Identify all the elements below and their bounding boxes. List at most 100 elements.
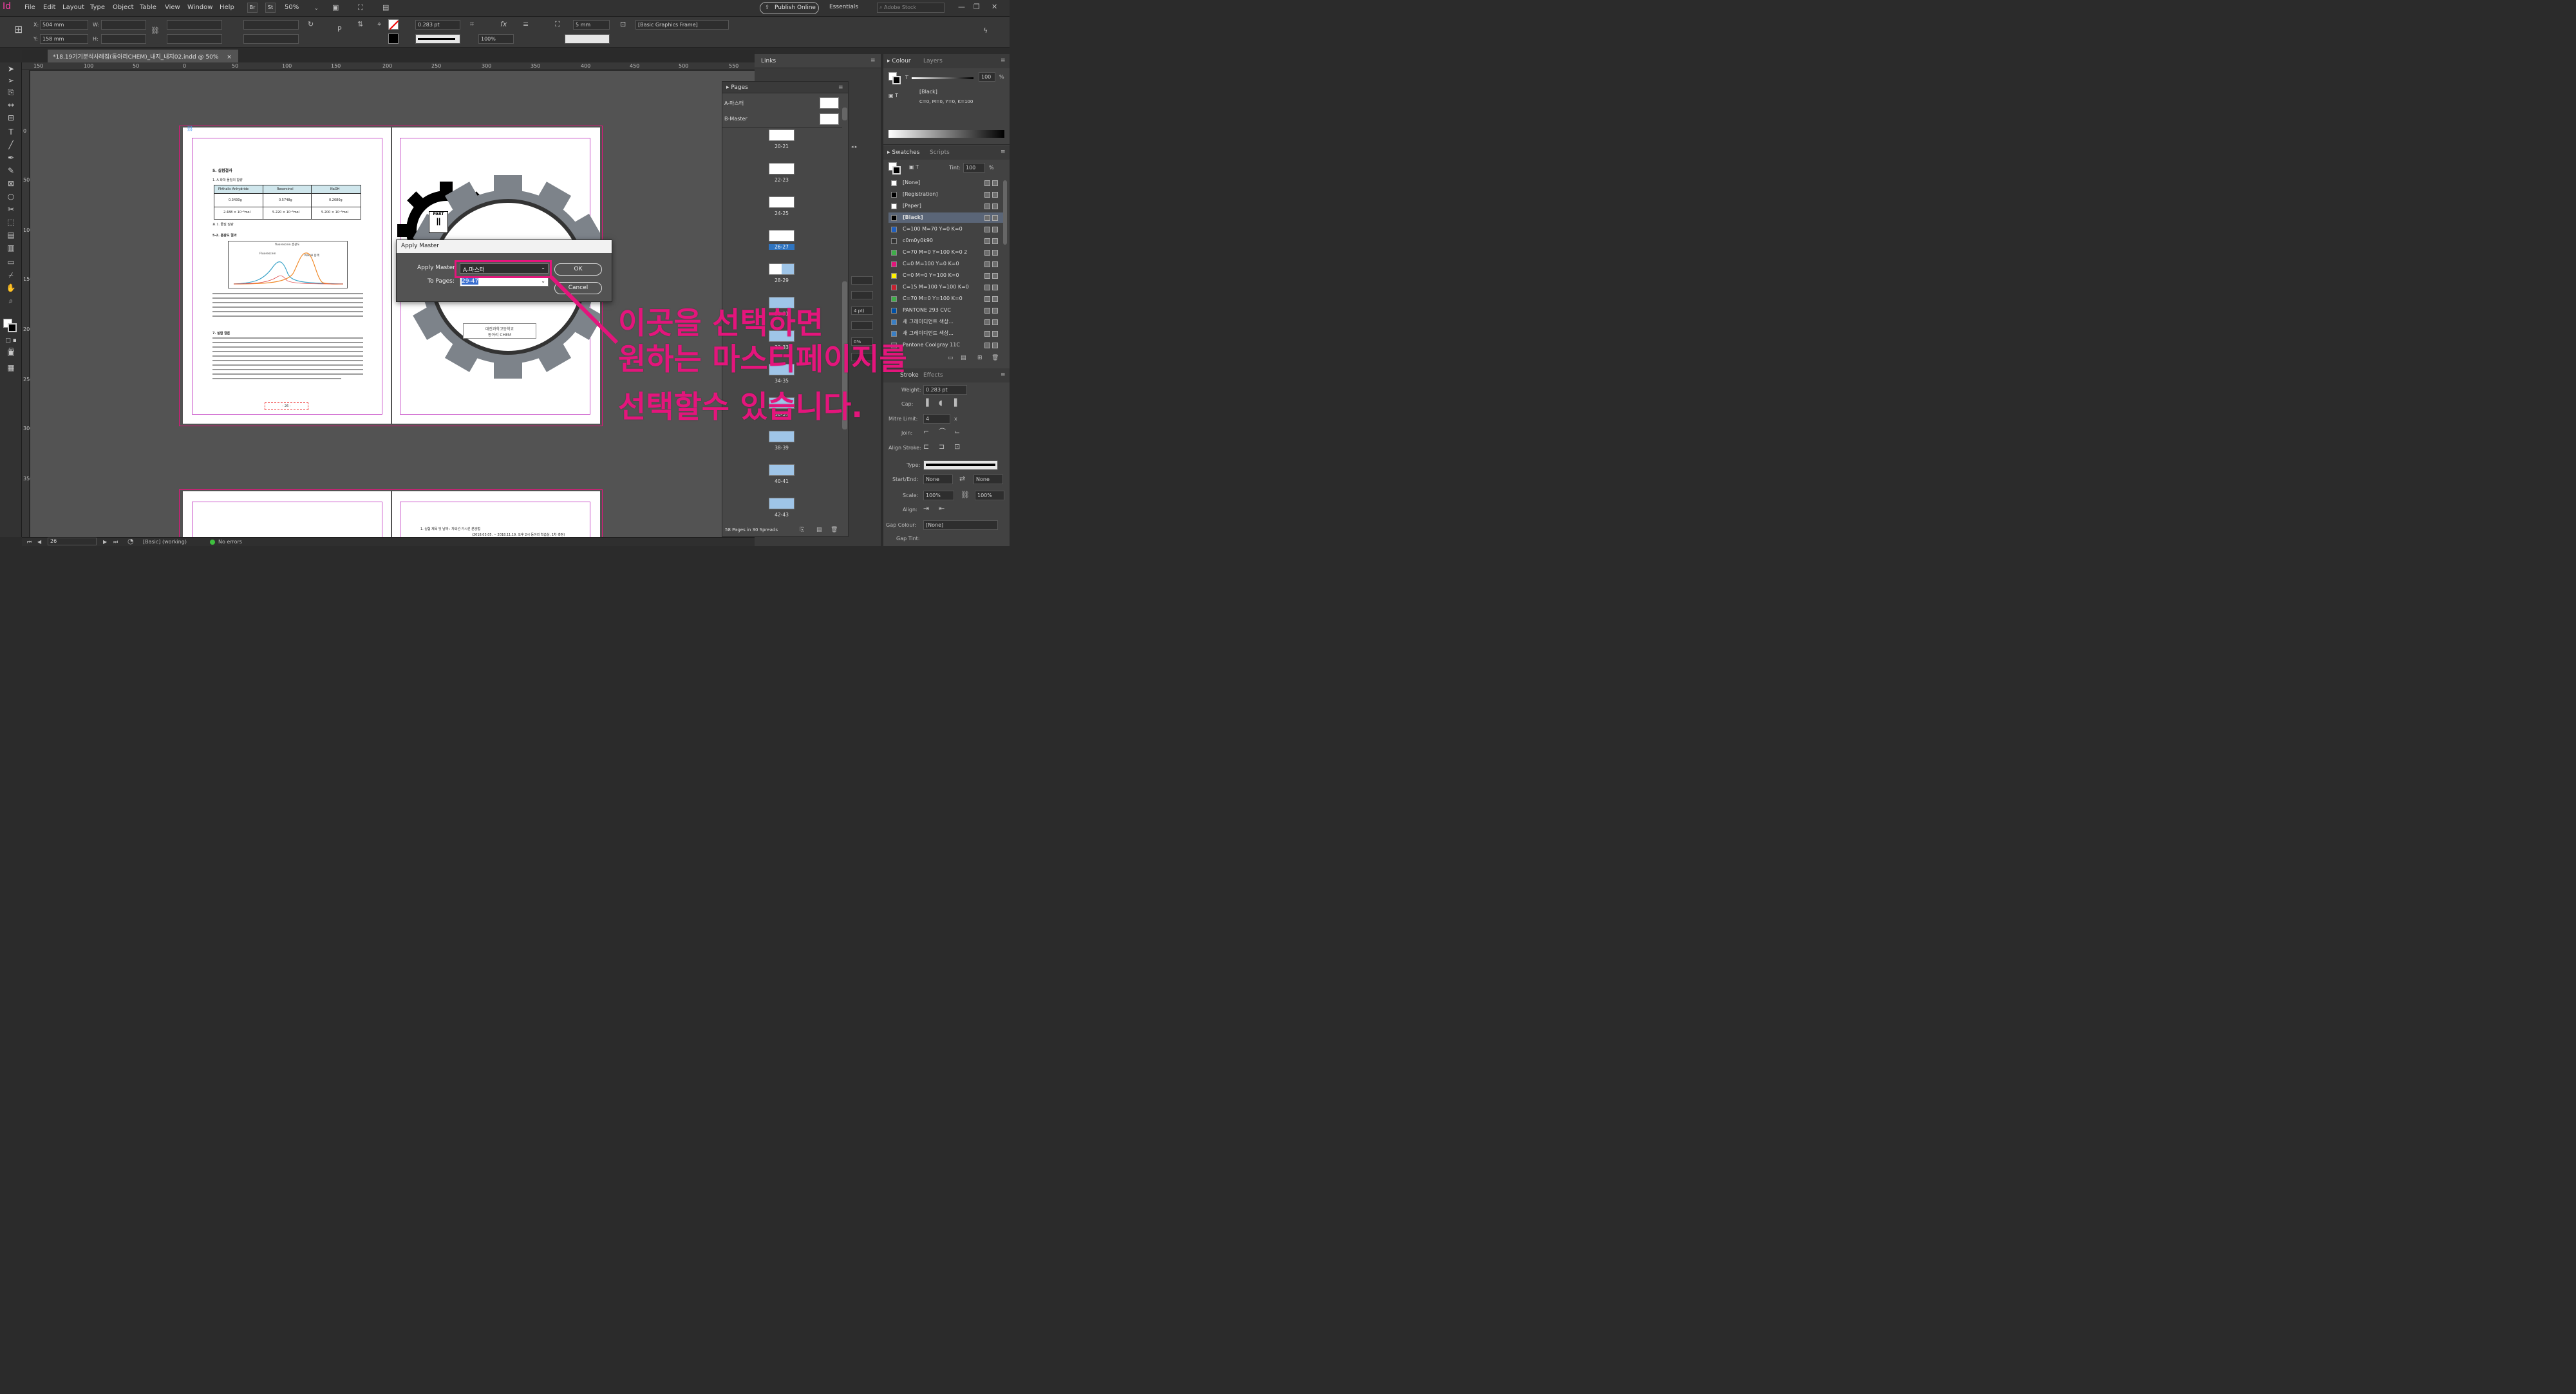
collapsed-field[interactable] [851,276,873,285]
width-field[interactable] [101,20,146,30]
next-right-page[interactable]: 1. 실험 제목 및 날짜 : 자외선-가시선 분광법 (2018.03.05.… [392,491,600,537]
effects-tab[interactable]: Effects [923,372,943,379]
miter-join-icon[interactable]: ⌐ [923,428,929,436]
swatch-tint-field[interactable]: 100 [963,163,985,173]
new-page-icon[interactable]: ▤ [816,526,822,534]
spread-thumbnail[interactable] [769,196,794,208]
collapsed-field[interactable] [851,321,873,330]
minimize-icon[interactable]: — [958,3,965,11]
swatches-tab[interactable]: ▸ Swatches [887,149,919,156]
spread-thumbnail[interactable] [769,129,794,141]
projecting-cap-icon[interactable]: ▌ [954,399,959,407]
link-scale-icon[interactable]: ⛓ [961,491,970,499]
pen-tool-icon[interactable]: ✒ [5,153,17,163]
swatch-item[interactable]: [Paper] [888,201,1003,211]
stock-search-input[interactable]: ⌕ Adobe Stock [877,3,945,13]
left-page[interactable]: 5. 실험결과 1. A 화학 물질의 합량 Phthalic Anhydrid… [183,127,391,424]
menu-help[interactable]: Help [220,4,234,11]
swatch-item[interactable]: C=100 M=70 Y=0 K=0 [888,224,1003,234]
arrow-align-outside-icon[interactable]: ⇤ [939,505,945,513]
zoom-level[interactable]: 50% [285,4,299,11]
height-field[interactable] [101,34,146,44]
swatch-item[interactable]: [Black] [888,212,1003,223]
view-options-icon[interactable]: ⛶ [358,4,363,12]
master-status[interactable]: [Basic] (working) [143,539,187,545]
stroke-type-select[interactable] [415,34,460,44]
colour-tab[interactable]: ▸ Colour [887,58,911,64]
tint-field[interactable]: 100 [979,72,995,82]
scripts-tab[interactable]: Scripts [930,149,950,156]
chevron-down-icon[interactable]: ⌄ [314,5,319,12]
last-page-icon[interactable]: ⏭ [113,538,118,546]
lightning-icon[interactable]: ϟ [983,27,988,35]
menu-file[interactable]: File [24,4,35,11]
arrange-documents-icon[interactable]: ▤ [382,4,389,12]
arrow-align-inside-icon[interactable]: ⇥ [923,505,929,513]
spread-thumbnail[interactable] [769,230,794,241]
menu-object[interactable]: Object [113,4,134,11]
page-number-field[interactable]: 26 [48,538,97,545]
pasteboard[interactable]: 5. 실험결과 1. A 화학 물질의 합량 Phthalic Anhydrid… [30,71,755,537]
gap-colour-select[interactable]: [None] [923,520,998,530]
panel-menu-icon[interactable]: ≡ [870,57,876,64]
vertical-ruler[interactable]: 0 50 100 150 200 250 300 350 [22,70,33,537]
end-arrow-select[interactable]: None [973,475,1003,484]
collapsed-field[interactable]: 4 pt) [851,306,873,315]
menu-type[interactable]: Type [90,4,105,11]
spread-thumbnail[interactable] [769,431,794,442]
swatch-item[interactable]: C=70 M=0 Y=100 K=0 2 [888,247,1003,258]
gradient-tool-icon[interactable]: ▤ [5,230,17,240]
constrain-proportions-icon[interactable]: ⛓ [151,27,160,35]
rotate-icon[interactable]: ↻ [308,21,314,28]
align-outside-icon[interactable]: ⊡ [954,443,960,451]
screen-mode-tool-icon[interactable]: ▦ [5,363,17,373]
note-tool-icon[interactable]: ▭ [5,257,17,267]
swatch-item[interactable]: C=0 M=0 Y=100 K=0 [888,270,1003,281]
colour-stroke-icon[interactable] [892,76,901,84]
master-b-row[interactable]: B-Master [722,112,842,126]
panel-menu-icon[interactable]: ≡ [1001,371,1006,379]
preflight-errors[interactable]: No errors [218,539,242,545]
link-chain-icon[interactable]: ⛓ [187,125,193,133]
y-field[interactable]: 158 mm [40,34,88,44]
transform-p-icon[interactable]: P [337,26,342,33]
align-center-icon[interactable]: ⊏ [923,443,929,451]
stock-button[interactable]: St [265,3,276,13]
delete-swatch-icon[interactable]: 🗑 [992,354,999,362]
eyedropper-tool-icon[interactable]: ⌿ [5,270,17,280]
pencil-tool-icon[interactable]: ✎ [5,165,17,176]
swatch-item[interactable]: 새 그레이디언트 색상... [888,328,1003,339]
colour-ramp[interactable] [888,130,1004,138]
stroke-type-dropdown[interactable] [923,460,998,470]
fill-swatch[interactable] [388,19,399,30]
select-container-icon[interactable]: ⌖ [377,21,381,28]
bridge-button[interactable]: Br [247,3,258,13]
new-color-group-icon[interactable]: ▭ [948,354,954,362]
gradient-feather-tool-icon[interactable]: ▥ [5,243,17,253]
frame-fitting-icon[interactable]: ⌗ [470,21,474,28]
content-collector-icon[interactable]: ⊟ [5,113,17,123]
apply-color-icon[interactable]: □ ▪ ☒ [5,335,17,354]
scissors-tool-icon[interactable]: ✂ [5,204,17,214]
collapsed-field[interactable] [851,291,873,299]
round-join-icon[interactable]: ⌒ [939,428,946,436]
menu-window[interactable]: Window [187,4,212,11]
ok-button[interactable]: OK [554,263,602,276]
to-pages-input[interactable]: 29-47 ⌄ [460,277,549,287]
stroke-swatch[interactable] [388,33,399,44]
delete-page-icon[interactable]: 🗑 [831,526,838,534]
stroke-color-icon[interactable] [8,323,17,332]
preflight-profile-icon[interactable]: ◔ [127,538,134,545]
close-tab-icon[interactable]: × [227,54,232,61]
next-page-icon[interactable]: ▶ [103,538,107,546]
panel-menu-icon[interactable]: ≡ [838,84,843,91]
hand-tool-icon[interactable]: ✋ [5,283,17,293]
zoom-tool-icon[interactable]: ⌕ [5,296,17,306]
type-tool-icon[interactable]: T [5,127,17,137]
swatch-stroke-icon[interactable] [892,166,901,174]
links-tab[interactable]: Links [761,58,776,64]
page-tool-icon[interactable]: ⎘ [5,87,17,97]
swatch-item[interactable]: PANTONE 293 CVC [888,305,1003,316]
menu-edit[interactable]: Edit [43,4,55,11]
menu-layout[interactable]: Layout [62,4,84,11]
